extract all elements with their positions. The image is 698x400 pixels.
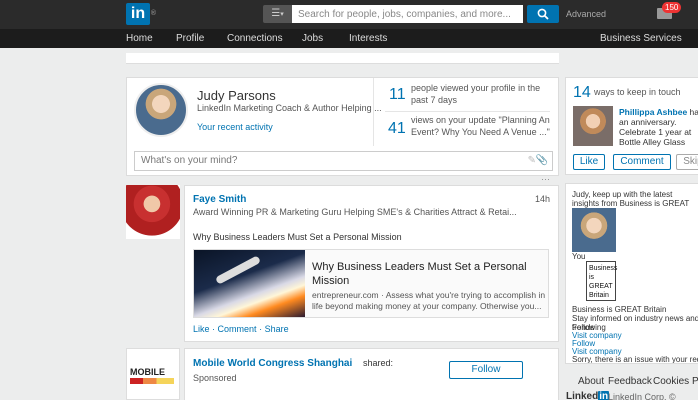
article-title[interactable]: Why Business Leaders Must Set a Personal…: [312, 260, 542, 288]
follow-button[interactable]: Follow: [449, 361, 523, 379]
list-icon: ☰: [271, 8, 281, 19]
mwc-logo-text: MOBILE: [130, 367, 165, 377]
shared-label: shared:: [363, 358, 394, 368]
share-action[interactable]: Share: [265, 324, 289, 334]
post-time: 14h: [535, 194, 551, 204]
post-card-mwc: Mobile World Congress Shanghai shared: S…: [184, 348, 559, 400]
profile-avatar[interactable]: [134, 83, 188, 137]
advanced-search-link[interactable]: Advanced: [566, 9, 606, 19]
nav-jobs[interactable]: Jobs: [302, 29, 323, 48]
stat-text: people viewed your profile in the past 7…: [411, 83, 541, 105]
footer-about[interactable]: About: [578, 376, 604, 387]
status-update-input[interactable]: What's on your mind? ✎ 📎: [134, 151, 553, 171]
faye-smith-photo[interactable]: [126, 185, 180, 239]
contact-info: Phillippa Ashbee has an anniversary. Cel…: [619, 107, 698, 147]
more-options-icon[interactable]: ···: [541, 174, 550, 184]
nav-interests[interactable]: Interests: [349, 29, 387, 48]
profile-card: Judy Parsons LinkedIn Marketing Coach & …: [126, 77, 559, 176]
keep-text: ways to keep in touch: [594, 87, 681, 97]
article-source: entrepreneur.com: [312, 290, 379, 300]
search-icon: [537, 8, 549, 20]
search-button[interactable]: [527, 5, 559, 23]
logo-registered-mark: ®: [150, 10, 156, 17]
footer-privacy[interactable]: Pr: [692, 376, 698, 387]
like-action[interactable]: Like: [193, 324, 210, 334]
post-author[interactable]: Faye Smith: [193, 194, 246, 205]
stat-text: views on your update "Planning An Event?…: [411, 115, 550, 137]
stat-number: 11: [389, 86, 406, 103]
post-author-headline: Award Winning PR & Marketing Guru Helpin…: [193, 207, 517, 217]
nav-bar: Home Profile Connections Jobs Interests …: [0, 29, 698, 48]
divider: [385, 111, 550, 112]
footer-feedback[interactable]: Feedback: [608, 376, 652, 387]
comment-button[interactable]: Comment: [613, 154, 671, 170]
copyright: LinkedIn Corp. © 2015: [608, 392, 676, 400]
like-button[interactable]: Like: [573, 154, 605, 170]
ad-user-photo: [572, 208, 616, 252]
mwc-logo-stripe: [130, 378, 174, 384]
notification-badge: 150: [662, 2, 682, 13]
keep-in-touch-card: 14 ways to keep in touch Phillippa Ashbe…: [565, 77, 698, 175]
recent-activity-link[interactable]: Your recent activity: [197, 122, 273, 132]
post-actions: Like · Comment · Share: [193, 324, 289, 334]
nav-business-services[interactable]: Business Services: [600, 29, 682, 48]
ad-error-text: Sorry, there is an issue with your reque…: [572, 355, 698, 364]
post-card-faye: Faye Smith 14h ··· Award Winning PR & Ma…: [184, 174, 559, 342]
nav-home[interactable]: Home: [126, 29, 153, 48]
footer-logo-text: Linked: [566, 391, 599, 400]
status-placeholder: What's on your mind?: [141, 155, 238, 166]
comment-action[interactable]: Comment: [218, 324, 257, 334]
sponsored-label: Sponsored: [193, 373, 237, 383]
caret-down-icon: ▾: [280, 11, 284, 18]
business-great-britain-logo[interactable]: Business is GREAT Britain: [586, 261, 617, 301]
search-category-dropdown[interactable]: ☰▾: [263, 5, 292, 23]
contact-photo[interactable]: [573, 106, 613, 146]
ad-company-name: Business is GREAT Britain: [572, 305, 667, 314]
mwc-logo[interactable]: MOBILE: [126, 348, 180, 400]
post-text: Why Business Leaders Must Set a Personal…: [193, 232, 402, 242]
rocket-shape: [214, 255, 262, 285]
rocket-launch-image: [194, 250, 305, 317]
profile-name[interactable]: Judy Parsons: [197, 88, 276, 103]
nav-profile[interactable]: Profile: [176, 29, 204, 48]
ad-card: Judy, keep up with the latest insights f…: [565, 183, 698, 364]
top-strip: [126, 53, 559, 64]
article-preview[interactable]: Why Business Leaders Must Set a Personal…: [193, 249, 549, 318]
divider: [373, 78, 374, 146]
footer-linkedin-logo: Linkedin: [566, 391, 610, 400]
nav-connections[interactable]: Connections: [227, 29, 283, 48]
attach-icon[interactable]: 📎: [536, 152, 548, 170]
top-bar: in ® ☰▾ Advanced 150: [0, 0, 698, 29]
search-input[interactable]: [292, 5, 523, 23]
ad-you-label: You: [572, 252, 586, 261]
post-author[interactable]: Mobile World Congress Shanghai: [193, 358, 352, 369]
stat-number: 41: [388, 120, 406, 137]
linkedin-logo[interactable]: in ®: [126, 3, 156, 25]
article-meta: entrepreneur.com · Assess what you're tr…: [312, 290, 546, 311]
footer-cookies[interactable]: Cookies: [653, 376, 689, 387]
skip-button[interactable]: Skip: [676, 154, 698, 170]
logo-text: in: [130, 5, 146, 22]
contact-name[interactable]: Phillippa Ashbee: [619, 107, 687, 117]
profile-headline: LinkedIn Marketing Coach & Author Helpin…: [197, 103, 382, 113]
keep-count: 14: [573, 84, 591, 101]
